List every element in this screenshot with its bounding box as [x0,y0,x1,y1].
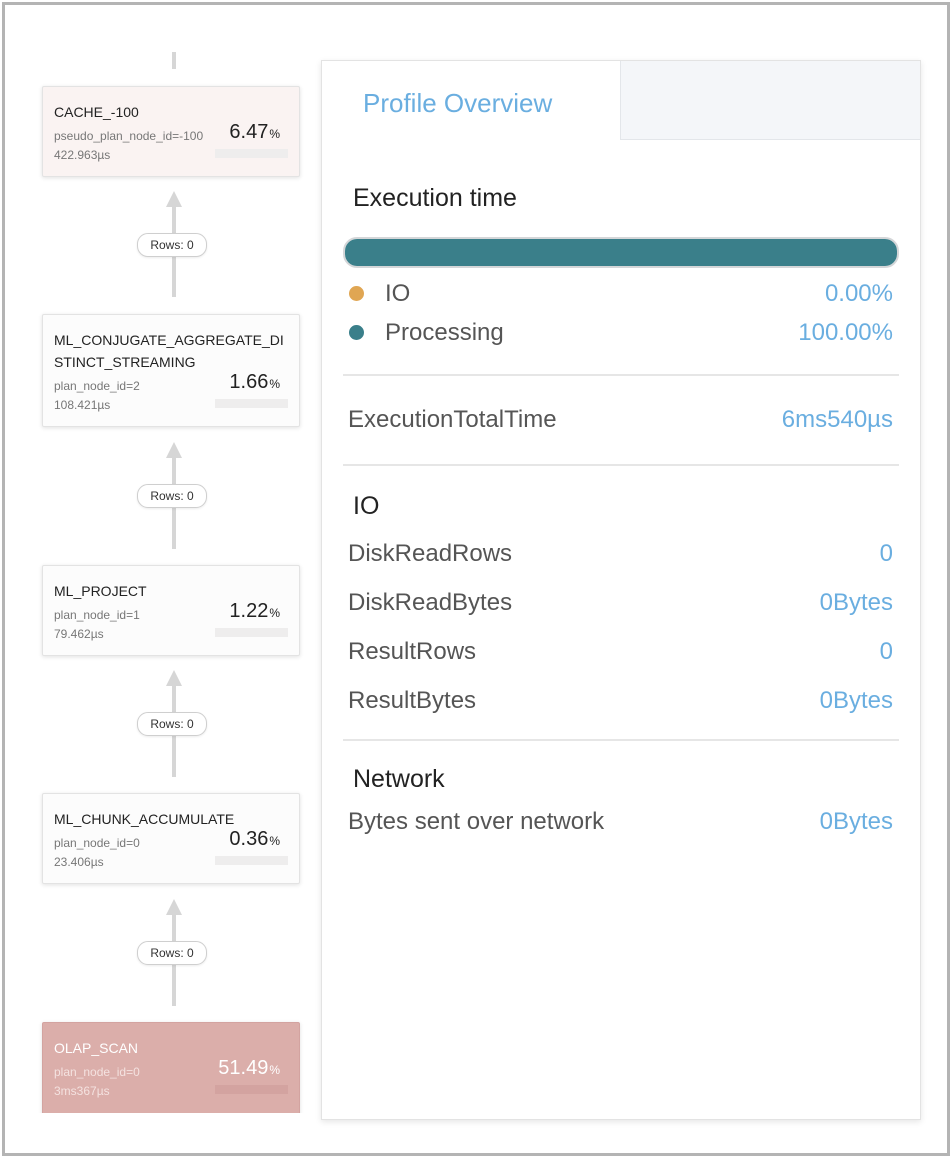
metric-row-disk-read-bytes: DiskReadBytes 0Bytes [343,578,899,627]
tab-profile-overview[interactable]: Profile Overview [322,61,620,141]
node-time-bar [215,1085,288,1094]
metric-row-disk-read-rows: DiskReadRows 0 [343,529,899,578]
node-name: OLAP_SCAN [54,1040,139,1056]
panel-tabs: Profile Overview [322,61,920,141]
edge-rows-label: Rows: 0 [137,484,207,508]
plan-node-cache[interactable]: CACHE_-100 pseudo_plan_node_id=-100 422.… [42,86,300,177]
edge-rows-label: Rows: 0 [137,712,207,736]
metric-label: ResultBytes [348,686,477,714]
metric-value: 0Bytes [819,808,893,835]
metric-label: ExecutionTotalTime [348,406,557,433]
node-percent-value: 0.36 [229,828,269,850]
node-time-bar [215,628,288,637]
plan-tree: CACHE_-100 pseudo_plan_node_id=-100 422.… [5,5,325,1113]
node-percent: 1.66% [229,371,280,394]
profile-panel: Profile Overview Execution time IO 0.00%… [321,60,921,1120]
node-percent-unit: % [269,834,280,848]
metric-value: 0Bytes [819,686,893,714]
metric-label: DiskReadBytes [348,588,513,616]
node-time-bar [215,149,288,158]
edge-rows-label: Rows: 0 [137,233,207,257]
metric-value: 0 [879,539,893,567]
legend-label: Processing [385,318,504,346]
node-percent: 0.36% [229,828,280,851]
edge-line [172,52,176,69]
node-percent: 1.22% [229,600,280,623]
io-heading: IO [353,492,380,520]
metric-value: 0Bytes [819,588,893,616]
metric-label: Bytes sent over network [348,808,605,835]
plan-node-project[interactable]: ML_PROJECT plan_node_id=1 79.462µs 1.22% [42,565,300,656]
metric-label: ResultRows [348,637,477,665]
node-name: CACHE_-100 [54,104,139,120]
metric-row-bytes-sent: Bytes sent over network 0Bytes [343,796,899,848]
edge-rows-label: Rows: 0 [137,941,207,965]
node-percent: 6.47% [229,121,280,144]
node-name: ML_PROJECT [54,583,147,599]
legend-processing: Processing 100.00% [343,313,899,352]
node-percent-unit: % [269,377,280,391]
node-percent-unit: % [269,1063,280,1077]
panel-content: Execution time IO 0.00% Processing 100.0… [343,141,899,848]
plan-node-chunk-accumulate[interactable]: ML_CHUNK_ACCUMULATE plan_node_id=0 23.40… [42,793,300,884]
node-name: ML_CONJUGATE_AGGREGATE_DISTINCT_STREAMIN… [54,332,284,370]
metric-value: 6ms540µs [781,406,893,433]
divider [343,739,899,741]
plan-node-olap-scan[interactable]: OLAP_SCAN plan_node_id=0 3ms367µs 51.49% [42,1022,300,1113]
network-heading: Network [353,765,445,793]
tab-secondary[interactable] [620,61,920,140]
execution-time-bar [343,237,899,268]
node-percent: 51.49% [218,1057,280,1080]
node-percent-value: 51.49 [218,1057,269,1079]
metric-row-result-rows: ResultRows 0 [343,627,899,676]
node-percent-value: 1.22 [229,600,269,622]
legend-value: 100.00% [798,318,893,346]
node-name: ML_CHUNK_ACCUMULATE [54,811,235,827]
node-time-bar [215,399,288,408]
metric-value: 0 [879,637,893,665]
node-percent-value: 1.66 [229,371,269,393]
legend-label: IO [385,279,411,307]
divider [343,464,899,466]
io-dot-icon [349,286,364,301]
metric-row-result-bytes: ResultBytes 0Bytes [343,676,899,725]
node-percent-unit: % [269,127,280,141]
node-percent-unit: % [269,606,280,620]
execution-total-time-row: ExecutionTotalTime 6ms540µs [343,376,899,464]
execution-time-bar-processing [345,239,897,266]
processing-dot-icon [349,325,364,340]
node-time-bar [215,856,288,865]
metric-label: DiskReadRows [348,539,513,567]
legend-io: IO 0.00% [343,274,899,313]
window-frame: CACHE_-100 pseudo_plan_node_id=-100 422.… [2,2,950,1156]
legend-value: 0.00% [824,279,893,307]
execution-time-heading: Execution time [353,184,517,212]
plan-node-conjugate-aggregate[interactable]: ML_CONJUGATE_AGGREGATE_DISTINCT_STREAMIN… [42,314,300,427]
node-percent-value: 6.47 [229,121,269,143]
